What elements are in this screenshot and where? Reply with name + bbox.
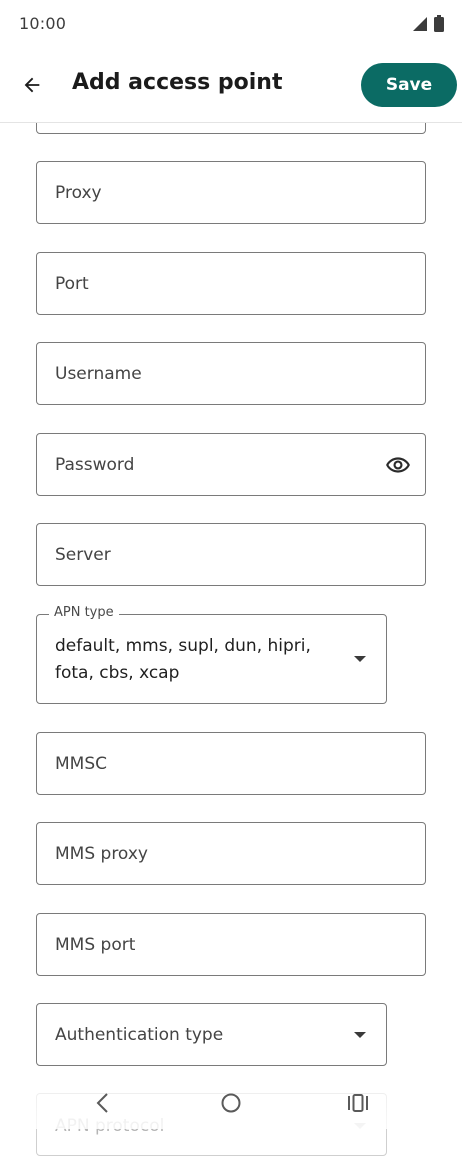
- nav-home-button[interactable]: [217, 1090, 245, 1116]
- password-field[interactable]: Password: [36, 433, 426, 496]
- password-label: Password: [55, 454, 135, 475]
- username-field[interactable]: Username: [36, 342, 426, 405]
- proxy-label: Proxy: [55, 182, 102, 203]
- back-button[interactable]: [14, 67, 50, 103]
- port-field[interactable]: Port: [36, 252, 426, 315]
- mmsc-label: MMSC: [55, 753, 107, 774]
- apn-type-label: APN type: [49, 605, 119, 620]
- nav-recents-button[interactable]: [344, 1090, 372, 1116]
- recents-icon: [348, 1094, 368, 1112]
- chevron-left-icon: [96, 1093, 108, 1113]
- apn-type-dropdown[interactable]: APN type default, mms, supl, dun, hipri,…: [36, 605, 387, 704]
- authentication-type-label: Authentication type: [55, 1024, 224, 1045]
- save-button[interactable]: Save: [361, 63, 457, 107]
- mms-proxy-label: MMS proxy: [55, 843, 148, 864]
- apn-type-value-line-1: default, mms, supl, dun, hipri,: [55, 636, 311, 656]
- visibility-icon: [386, 456, 410, 473]
- server-field[interactable]: Server: [36, 523, 426, 586]
- app-bar: Add access point Save: [0, 48, 462, 123]
- server-label: Server: [55, 544, 111, 565]
- navigation-bar: [0, 1078, 462, 1129]
- apn-form: Proxy Port Username Password Server APN …: [0, 0, 462, 1156]
- arrow-back-icon: [24, 77, 40, 93]
- show-password-toggle[interactable]: [383, 450, 413, 480]
- page-title: Add access point: [72, 70, 283, 95]
- port-label: Port: [55, 273, 89, 294]
- mms-port-label: MMS port: [55, 934, 136, 955]
- username-label: Username: [55, 363, 142, 384]
- proxy-field[interactable]: Proxy: [36, 161, 426, 224]
- dropdown-arrow-icon: [354, 1031, 366, 1038]
- dropdown-arrow-icon: [354, 656, 366, 662]
- mmsc-field[interactable]: MMSC: [36, 732, 426, 795]
- authentication-type-dropdown[interactable]: Authentication type: [36, 1003, 387, 1066]
- mms-port-field[interactable]: MMS port: [36, 913, 426, 976]
- home-circle-icon: [221, 1093, 241, 1113]
- apn-type-value-line-2: fota, cbs, xcap: [55, 663, 180, 683]
- apn-type-value: default, mms, supl, dun, hipri, fota, cb…: [55, 633, 336, 687]
- mms-proxy-field[interactable]: MMS proxy: [36, 822, 426, 885]
- nav-back-button[interactable]: [89, 1090, 117, 1116]
